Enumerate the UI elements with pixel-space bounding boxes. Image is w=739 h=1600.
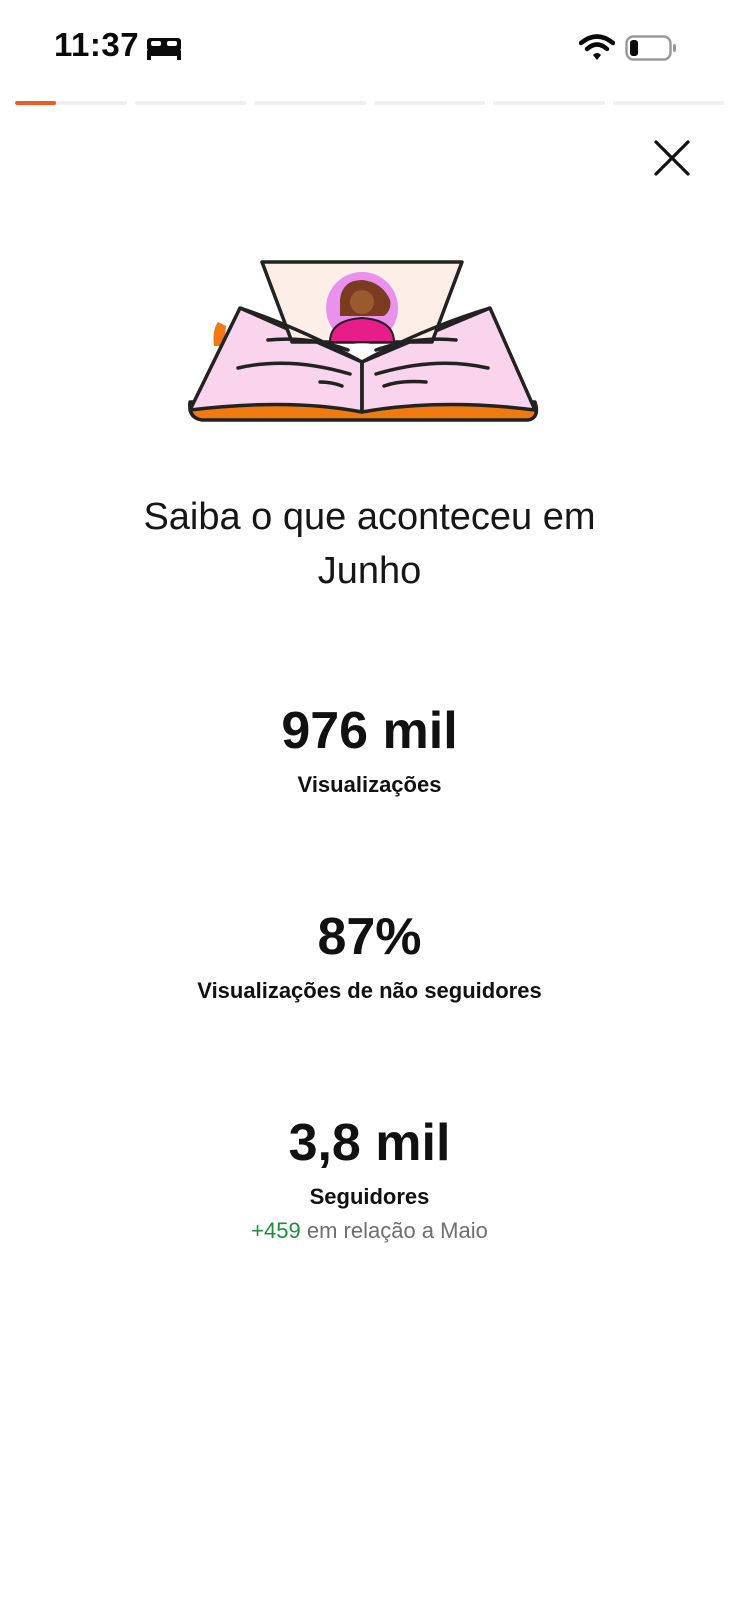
battery-icon	[625, 35, 676, 61]
stat-views: 976 mil Visualizações	[0, 701, 739, 799]
close-icon	[654, 140, 690, 176]
stat-followers: 3,8 mil Seguidores +459 em relação a Mai…	[0, 1113, 739, 1245]
progress-segment	[373, 101, 485, 105]
stat-value: 976 mil	[281, 702, 458, 760]
progress-segment	[612, 101, 724, 105]
progress-segment	[493, 101, 605, 105]
stat-non-follower-views: 87% Visualizações de não seguidores	[0, 907, 739, 1005]
bed-icon	[147, 38, 181, 60]
progress-segment	[254, 101, 366, 105]
progress-segment	[134, 101, 246, 105]
story-progress-bar	[15, 101, 724, 105]
stat-label: Seguidores	[309, 1184, 430, 1209]
delta-text: em relação a Maio	[306, 1218, 488, 1243]
wifi-icon	[579, 34, 615, 60]
status-time: 11:37	[54, 26, 140, 63]
page-title: Saiba o que aconteceu em Junho	[80, 490, 659, 598]
stat-label: Visualizações	[297, 772, 442, 797]
stat-value: 3,8 mil	[288, 1114, 451, 1172]
open-book-illustration	[188, 260, 539, 422]
page-title-line-1: Saiba o que aconteceu em	[143, 496, 596, 538]
stat-delta: +459 em relação a Maio	[0, 1217, 739, 1245]
progress-segment-fill	[15, 101, 57, 105]
stat-label: Visualizações de não seguidores	[197, 978, 542, 1003]
progress-segment	[15, 101, 127, 105]
stat-value: 87%	[317, 908, 422, 966]
page-title-line-2: Junho	[317, 550, 422, 592]
close-button[interactable]	[648, 134, 696, 182]
status-bar: 11:37	[0, 0, 739, 96]
delta-value: +459	[251, 1218, 301, 1243]
